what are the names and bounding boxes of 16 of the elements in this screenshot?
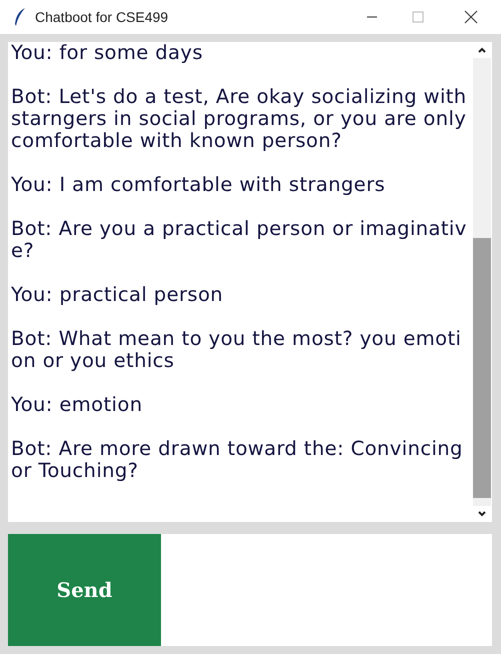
scrollbar[interactable] <box>472 42 492 522</box>
send-button[interactable]: Send <box>8 534 161 646</box>
chat-message: Bot: Are more drawn toward the: Convincing or Touching? <box>11 438 464 482</box>
message-input[interactable] <box>161 534 492 646</box>
chat-message: Bot: Let's do a test, Are okay socializing with starngers in social programs, or you are only comfortable with known person? <box>11 86 468 152</box>
chat-message: Bot: What mean to you the most? you emotion or you ethics <box>11 328 462 372</box>
chat-message: You: emotion <box>11 394 144 416</box>
close-icon[interactable] <box>464 10 478 24</box>
chat-message: You: I am comfortable with strangers <box>11 174 386 196</box>
scroll-thumb[interactable] <box>473 238 491 498</box>
window-title: Chatboot for CSE499 <box>35 9 170 25</box>
feather-icon <box>14 8 26 26</box>
maximize-icon[interactable] <box>412 11 424 23</box>
chat-message: Bot: Are you a practical person or imaginative? <box>11 218 468 262</box>
chat-message: You: for some days <box>11 42 204 64</box>
chat-message: You: practical person <box>11 284 224 306</box>
